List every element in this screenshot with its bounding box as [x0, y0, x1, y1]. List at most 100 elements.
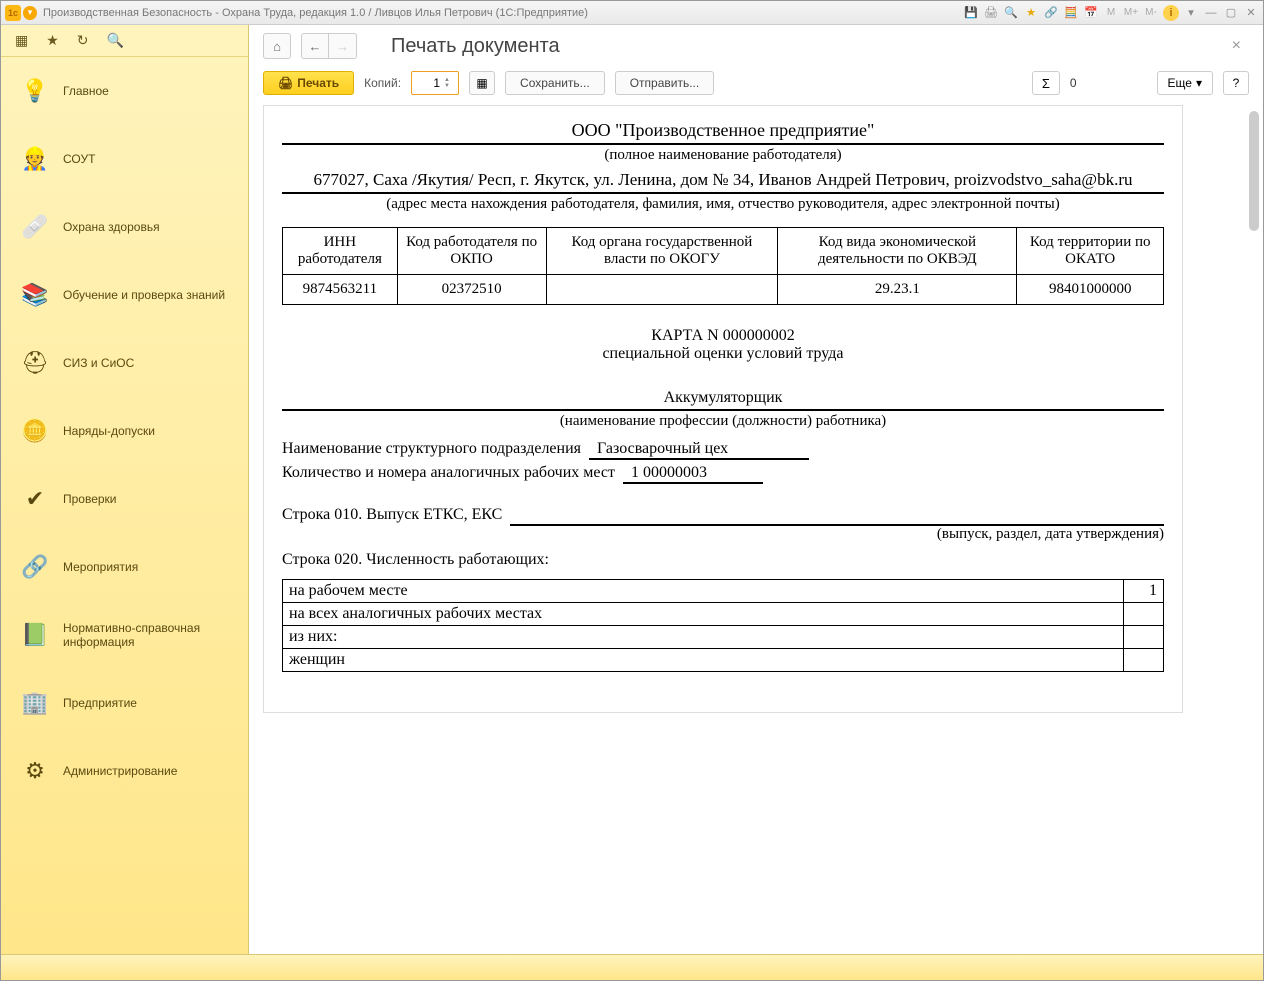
star-icon[interactable]: ★	[46, 32, 59, 49]
sidebar-item-label: Наряды-допуски	[63, 424, 234, 438]
sidebar-item-label: Нормативно-справочная информация	[63, 621, 234, 650]
sidebar-item-label: Обучение и проверка знаний	[63, 288, 234, 302]
codes-header: Код работодателя по ОКПО	[397, 228, 546, 275]
helmet-icon: ⛑	[15, 347, 55, 379]
spin-down-icon[interactable]: ▼	[444, 83, 450, 89]
print-button-label: Печать	[297, 76, 339, 90]
copies-field[interactable]	[412, 76, 442, 90]
page-title: Печать документа	[391, 35, 560, 58]
print-button[interactable]: 🖨 Печать	[263, 71, 354, 95]
send-button[interactable]: Отправить...	[615, 71, 715, 95]
m-minus-icon[interactable]: M-	[1143, 5, 1159, 21]
worker-row-value: 1	[1124, 580, 1164, 603]
forward-button[interactable]: →	[329, 33, 357, 59]
codes-table: ИНН работодателя Код работодателя по ОКП…	[282, 227, 1164, 305]
sidebar-item-checks[interactable]: ✔ Проверки	[1, 465, 248, 533]
lamp-icon: 💡	[15, 75, 55, 107]
codes-value	[546, 275, 778, 305]
sidebar-item-label: Администрирование	[63, 764, 234, 778]
sigma-value: 0	[1070, 76, 1077, 90]
more-button[interactable]: Еще▾	[1157, 71, 1213, 95]
medkit-icon: 🩹	[15, 211, 55, 243]
vertical-scrollbar[interactable]	[1245, 105, 1261, 954]
link-icon[interactable]: 🔗	[1043, 5, 1059, 21]
copies-input[interactable]: ▲▼	[411, 71, 459, 95]
back-button[interactable]: ←	[301, 33, 329, 59]
preview-icon[interactable]: 🔍	[1003, 5, 1019, 21]
sidebar-item-label: Предприятие	[63, 696, 234, 710]
check-icon: ✔	[15, 483, 55, 515]
search-icon[interactable]: 🔍	[107, 32, 124, 49]
sidebar-item-training[interactable]: 📚 Обучение и проверка знаний	[1, 261, 248, 329]
save-button[interactable]: Сохранить...	[505, 71, 605, 95]
dept-value: Газосварочный цех	[589, 440, 809, 460]
codes-value: 02372510	[397, 275, 546, 305]
sigma-button[interactable]: Σ	[1032, 71, 1060, 95]
status-bar	[1, 954, 1263, 980]
codes-value: 98401000000	[1017, 275, 1164, 305]
card-number: КАРТА N 000000002	[282, 327, 1164, 345]
worker-row-value	[1124, 603, 1164, 626]
sidebar-item-label: Проверки	[63, 492, 234, 506]
row010-hint: (выпуск, раздел, дата утверждения)	[282, 526, 1164, 543]
sidebar-item-siz[interactable]: ⛑ СИЗ и СиОС	[1, 329, 248, 397]
sidebar-item-health[interactable]: 🩹 Охрана здоровья	[1, 193, 248, 261]
sidebar-item-label: СОУТ	[63, 152, 234, 166]
app-menu-icon[interactable]: ▾	[23, 6, 37, 20]
home-button[interactable]: ⌂	[263, 33, 291, 59]
info-icon[interactable]: i	[1163, 5, 1179, 21]
profession-value: Аккумуляторщик	[282, 389, 1164, 407]
minimize-icon[interactable]: —	[1203, 5, 1219, 21]
sidebar-item-sout[interactable]: 👷СОУТ	[1, 125, 248, 193]
worker-row-value	[1124, 626, 1164, 649]
sidebar-item-main[interactable]: 💡Главное	[1, 57, 248, 125]
apps-icon[interactable]: ▦	[15, 32, 28, 49]
close-window-icon[interactable]: ✕	[1243, 5, 1259, 21]
calendar-icon[interactable]: 📅	[1083, 5, 1099, 21]
calc-icon[interactable]: 🧮	[1063, 5, 1079, 21]
profession-hint: (наименование профессии (должности) рабо…	[282, 413, 1164, 430]
worker-row-label: на всех аналогичных рабочих местах	[283, 603, 1124, 626]
sidebar-item-events[interactable]: 🔗 Мероприятия	[1, 533, 248, 601]
help-button[interactable]: ?	[1223, 71, 1249, 95]
sidebar-item-label: Мероприятия	[63, 560, 234, 574]
gear-icon: ⚙	[15, 755, 55, 787]
table-settings-button[interactable]: ▦	[469, 71, 495, 95]
address-hint: (адрес места нахождения работодателя, фа…	[282, 196, 1164, 213]
dropdown-icon[interactable]: ▾	[1183, 5, 1199, 21]
sidebar-item-label: СИЗ и СиОС	[63, 356, 234, 370]
codes-header: ИНН работодателя	[283, 228, 398, 275]
folder-icon: 📗	[15, 619, 55, 651]
window-title: Производственная Безопасность - Охрана Т…	[43, 7, 963, 19]
document-paper: ООО "Производственное предприятие" (полн…	[263, 105, 1183, 713]
row010-label: Строка 010. Выпуск ЕТКС, ЕКС	[282, 506, 502, 524]
sidebar-item-admin[interactable]: ⚙ Администрирование	[1, 737, 248, 805]
printer-icon: 🖨	[278, 76, 293, 90]
favorite-icon[interactable]: ★	[1023, 5, 1039, 21]
close-page-icon[interactable]: ×	[1224, 33, 1249, 59]
save-icon[interactable]: 💾	[963, 5, 979, 21]
maximize-icon[interactable]: ▢	[1223, 5, 1239, 21]
link2-icon: 🔗	[15, 551, 55, 583]
worker-row-label: из них:	[283, 626, 1124, 649]
app-logo-icon: 1c	[5, 5, 21, 21]
codes-value: 29.23.1	[778, 275, 1017, 305]
history-icon[interactable]: ↻	[77, 32, 89, 49]
sidebar-item-label: Охрана здоровья	[63, 220, 234, 234]
places-label: Количество и номера аналогичных рабочих …	[282, 464, 615, 482]
sidebar-item-permits[interactable]: 🪙Наряды-допуски	[1, 397, 248, 465]
workers-table: на рабочем месте1 на всех аналогичных ра…	[282, 579, 1164, 672]
worker-row-value	[1124, 649, 1164, 672]
places-value: 1 00000003	[623, 464, 763, 484]
scrollbar-thumb[interactable]	[1249, 111, 1259, 231]
books-icon: 📚	[15, 279, 55, 311]
sidebar: ▦ ★ ↻ 🔍 💡Главное 👷СОУТ 🩹Охрана здоровья …	[1, 25, 249, 954]
m-icon[interactable]: M	[1103, 5, 1119, 21]
row020-label: Строка 020. Численность работающих:	[282, 551, 1164, 569]
sidebar-item-enterprise[interactable]: 🏢 Предприятие	[1, 669, 248, 737]
building-icon: 🏢	[15, 687, 55, 719]
company-address: 677027, Саха /Якутия/ Респ, г. Якутск, у…	[282, 170, 1164, 190]
print-icon[interactable]: 🖨	[983, 5, 999, 21]
m-plus-icon[interactable]: M+	[1123, 5, 1139, 21]
sidebar-item-reference[interactable]: 📗 Нормативно-справочная информация	[1, 601, 248, 669]
